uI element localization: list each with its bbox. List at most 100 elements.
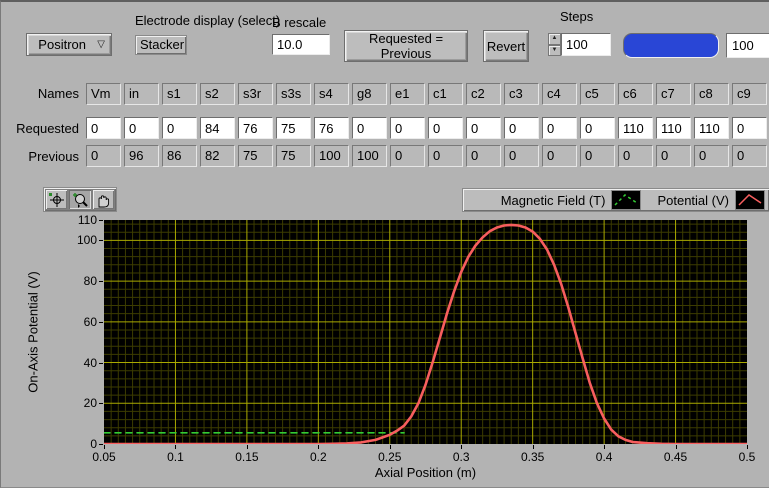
b-rescale-input[interactable] [272,34,330,55]
previous-value-s2: 82 [200,145,235,167]
previous-value-c1: 0 [428,145,463,167]
graph-legend: Magnetic Field (T) Potential (V) [462,188,769,212]
particle-selector-dropdown[interactable]: Positron ▽ [26,33,112,56]
y-tick-label: 0 [90,437,97,451]
requested-input-c5[interactable] [580,117,615,139]
previous-value-s3r: 75 [238,145,273,167]
requested-input-c9[interactable] [732,117,767,139]
y-tick-mark [99,444,103,445]
cursor-tool-button[interactable] [45,189,69,210]
electrode-name-Vm: Vm [86,83,121,105]
requested-equals-previous-button[interactable]: Requested = Previous [344,30,468,62]
requested-input-s4[interactable] [314,117,349,139]
previous-value-c2: 0 [466,145,501,167]
x-tick-label: 0.1 [167,450,184,464]
electrode-name-s3s: s3s [276,83,311,105]
x-tick-label: 0.5 [738,450,756,464]
y-tick-label: 80 [83,274,97,289]
requested-input-c8[interactable] [694,117,729,139]
requested-input-s2[interactable] [200,117,235,139]
electrode-name-c6: c6 [618,83,653,105]
y-tick-label: 20 [83,396,97,411]
y-tick-mark [99,240,103,242]
x-tick-mark [246,445,248,449]
previous-value-c4: 0 [542,145,577,167]
steps-input[interactable] [561,33,611,56]
b-rescale-label: B rescale [272,15,327,30]
x-tick-label: 0.35 [520,450,545,464]
requested-input-c2[interactable] [466,117,501,139]
revert-button[interactable]: Revert [483,30,529,62]
legend-item-potential-v-[interactable]: Potential (V) [657,190,765,210]
previous-value-g8: 100 [352,145,387,167]
steps-remaining-display[interactable]: 100 [726,33,769,58]
previous-value-c5: 0 [580,145,615,167]
steps-increment-button[interactable]: ▲ [548,33,561,45]
requested-input-s3s[interactable] [276,117,311,139]
previous-value-c6: 0 [618,145,653,167]
y-tick-mark [99,220,103,221]
legend-plot-sample-icon [611,190,642,210]
previous-value-in: 96 [124,145,159,167]
steps-decrement-button[interactable]: ▼ [548,44,561,56]
labview-front-panel: Positron ▽ Electrode display (select) St… [0,0,769,488]
x-tick-mark [461,445,463,449]
y-tick-label: 110 [77,213,97,227]
x-tick-label: 0.45 [663,450,688,464]
zoom-tool-button[interactable] [68,189,92,210]
steps-label: Steps [560,9,594,24]
requested-input-in[interactable] [124,117,159,139]
previous-value-c7: 0 [656,145,691,167]
pan-tool-button[interactable] [91,189,115,210]
previous-row-label: Previous [28,149,79,164]
plot-area[interactable] [104,220,747,444]
electrode-name-c3: c3 [504,83,539,105]
zoom-tool-icon [72,192,88,208]
requested-input-Vm[interactable] [86,117,121,139]
previous-value-c9: 0 [732,145,767,167]
y-tick-mark [99,403,103,405]
electrode-display-label: Electrode display (select) [135,13,281,28]
electrode-name-e1: e1 [390,83,425,105]
x-tick-mark [675,445,677,449]
y-tick-label: 40 [83,355,97,370]
x-axis-title-text: Axial Position (m) [374,465,477,480]
requested-input-c3[interactable] [504,117,539,139]
x-axis-title: Axial Position (m) [1,465,769,480]
x-tick-mark [104,445,105,449]
x-tick-mark [604,445,606,449]
y-tick-mark [99,321,103,323]
names-row-label: Names [37,86,79,101]
requested-input-s1[interactable] [162,117,197,139]
y-tick-mark [99,281,103,283]
requested-input-g8[interactable] [352,117,387,139]
electrode-name-s3r: s3r [238,83,273,105]
pan-tool-icon [98,194,110,207]
electrode-name-c1: c1 [428,83,463,105]
electrode-name-c7: c7 [656,83,691,105]
requested-input-c1[interactable] [428,117,463,139]
requested-input-c4[interactable] [542,117,577,139]
x-tick-mark [318,445,320,449]
requested-input-c7[interactable] [656,117,691,139]
legend-label: Potential (V) [657,192,729,208]
electrode-display-value: Stacker [140,37,185,52]
electrode-name-g8: g8 [352,83,387,105]
legend-plot-sample-icon [735,190,765,210]
electrode-name-c2: c2 [466,83,501,105]
requested-input-c6[interactable] [618,117,653,139]
electrode-display-select[interactable]: Stacker [135,35,187,55]
requested-input-e1[interactable] [390,117,425,139]
electrode-name-c5: c5 [580,83,615,105]
x-tick-mark [175,445,177,449]
previous-value-c3: 0 [504,145,539,167]
requested-input-s3r[interactable] [238,117,273,139]
progress-bar [623,33,719,58]
particle-selector-value: Positron [38,37,86,52]
previous-value-e1: 0 [390,145,425,167]
x-tick-mark [389,445,391,449]
y-axis-title: On-Axis Potential (V) [25,271,41,393]
requested-row-label: Requested [16,121,79,136]
electrode-name-c9: c9 [732,83,767,105]
legend-item-magnetic-field-t-[interactable]: Magnetic Field (T) [501,190,642,210]
